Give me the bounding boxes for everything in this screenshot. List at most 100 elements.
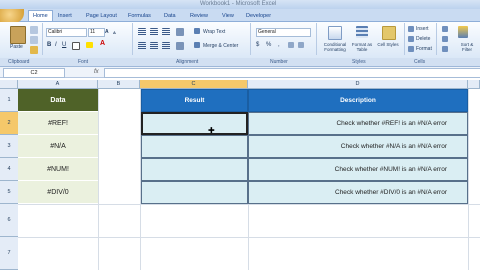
column-header-d[interactable]: D (248, 80, 468, 88)
number-format-select[interactable]: General (256, 28, 311, 37)
shrink-font-icon[interactable]: A (113, 30, 116, 36)
select-all-corner[interactable] (0, 80, 18, 88)
borders-icon[interactable] (72, 42, 80, 50)
row-header-1[interactable]: 1 (0, 89, 18, 112)
row-header-7[interactable]: 7 (0, 237, 18, 270)
insert-cells-icon[interactable] (408, 26, 414, 32)
align-top-icon[interactable] (138, 28, 146, 36)
fill-color-icon[interactable] (86, 42, 93, 48)
cell-a1-header[interactable]: Data (18, 89, 98, 112)
cell-a5[interactable]: #DIV/0 (18, 181, 98, 204)
tab-home[interactable]: Home (28, 10, 53, 21)
cell-d2[interactable]: Check whether #REF! is an #N/A error (248, 112, 468, 135)
clear-icon[interactable] (442, 46, 448, 52)
row-header-6[interactable]: 6 (0, 204, 18, 237)
delete-cells-button[interactable]: Delete (416, 36, 430, 42)
decrease-decimal-icon[interactable] (298, 42, 304, 48)
currency-icon[interactable]: $ (256, 42, 259, 48)
percent-icon[interactable]: % (266, 42, 271, 48)
tab-developer[interactable]: Developer (246, 11, 271, 21)
gridline (18, 237, 480, 238)
cell-c2-active[interactable] (141, 112, 248, 135)
cell-styles-button[interactable]: Cell Styles (377, 42, 399, 47)
cell-d1-header[interactable]: Description (248, 89, 468, 112)
sort-filter-button[interactable]: Sort & Filter (456, 42, 478, 52)
wrap-text-icon[interactable] (194, 28, 200, 34)
row-header-4[interactable]: 4 (0, 158, 18, 181)
align-middle-icon[interactable] (150, 28, 158, 36)
cell-a3[interactable]: #N/A (18, 135, 98, 158)
italic-icon[interactable]: I (55, 42, 57, 48)
wrap-text-button[interactable]: Wrap Text (203, 29, 225, 35)
underline-icon[interactable]: U (62, 42, 66, 48)
increase-decimal-icon[interactable] (288, 42, 294, 48)
column-header-c[interactable]: C (140, 80, 248, 88)
tab-page-layout[interactable]: Page Layout (86, 11, 117, 21)
group-label-font: Font (78, 59, 89, 65)
cell-c1-header[interactable]: Result (141, 89, 248, 112)
cell-styles-icon[interactable] (382, 26, 396, 40)
format-cells-icon[interactable] (408, 46, 414, 52)
format-painter-icon[interactable] (30, 46, 38, 54)
merge-center-button[interactable]: Merge & Center (203, 43, 238, 49)
window-title: Workbook1 - Microsoft Excel (200, 1, 277, 7)
format-cells-button[interactable]: Format (416, 46, 432, 52)
gridline (468, 89, 469, 270)
orientation-icon[interactable] (176, 28, 184, 36)
formula-input[interactable] (104, 68, 480, 78)
column-header-e[interactable] (468, 80, 480, 88)
align-bottom-icon[interactable] (162, 28, 170, 36)
column-header-a[interactable]: A (18, 80, 98, 88)
fx-icon[interactable]: fx (94, 68, 99, 76)
cell-d5[interactable]: Check whether #DIV/0 is an #N/A error (248, 181, 468, 204)
conditional-formatting-icon[interactable] (328, 26, 342, 40)
tab-review[interactable]: Review (190, 11, 208, 21)
cell-c4[interactable] (141, 158, 248, 181)
delete-cells-icon[interactable] (408, 36, 414, 42)
align-left-icon[interactable] (138, 42, 146, 50)
font-size-select[interactable]: 11 (88, 28, 105, 37)
cell-a4[interactable]: #NUM! (18, 158, 98, 181)
autosum-icon[interactable] (442, 26, 448, 32)
row-header-5[interactable]: 5 (0, 181, 18, 204)
font-color-icon[interactable]: A (100, 40, 105, 47)
column-header-b[interactable]: B (98, 80, 140, 88)
group-label-alignment: Alignment (176, 59, 199, 65)
merge-center-icon[interactable] (194, 42, 200, 48)
format-as-table-button[interactable]: Format as Table (350, 42, 374, 52)
row-header-2[interactable]: 2 (0, 112, 18, 135)
ribbon-separator (132, 23, 133, 55)
cell-d4[interactable]: Check whether #NUM! is an #N/A error (248, 158, 468, 181)
align-center-icon[interactable] (150, 42, 158, 50)
indent-icon[interactable] (176, 42, 184, 50)
conditional-formatting-button[interactable]: Conditional Formatting (320, 42, 350, 52)
tab-insert[interactable]: Insert (58, 11, 72, 21)
ribbon-separator (250, 23, 251, 55)
fill-icon[interactable] (442, 36, 448, 42)
font-name-select[interactable]: Calibri (46, 28, 87, 37)
cell-c5[interactable] (141, 181, 248, 204)
bold-icon[interactable]: B (47, 42, 51, 48)
sort-filter-icon[interactable] (458, 26, 468, 38)
ribbon-separator (436, 23, 437, 55)
copy-icon[interactable] (30, 36, 38, 44)
insert-cells-button[interactable]: Insert (416, 26, 429, 32)
cell-a2[interactable]: #REF! (18, 112, 98, 135)
name-box[interactable]: C2 (3, 68, 65, 78)
tab-view[interactable]: View (222, 11, 234, 21)
ribbon-group-labels: Clipboard Font Alignment Number Styles C… (0, 58, 480, 67)
cell-c3[interactable] (141, 135, 248, 158)
paste-button-label[interactable]: Paste (10, 44, 23, 50)
group-label-clipboard: Clipboard (8, 59, 30, 65)
group-label-cells: Cells (414, 59, 426, 65)
format-as-table-icon[interactable] (356, 26, 368, 38)
cell-d3[interactable]: Check whether #N/A is an #N/A error (248, 135, 468, 158)
comma-icon[interactable]: , (278, 42, 280, 48)
grow-font-icon[interactable]: A (105, 29, 109, 35)
align-right-icon[interactable] (162, 42, 170, 50)
tab-data[interactable]: Data (164, 11, 176, 21)
cut-icon[interactable] (30, 26, 38, 34)
row-header-3[interactable]: 3 (0, 135, 18, 158)
tab-formulas[interactable]: Formulas (128, 11, 151, 21)
paste-icon[interactable] (10, 26, 26, 44)
